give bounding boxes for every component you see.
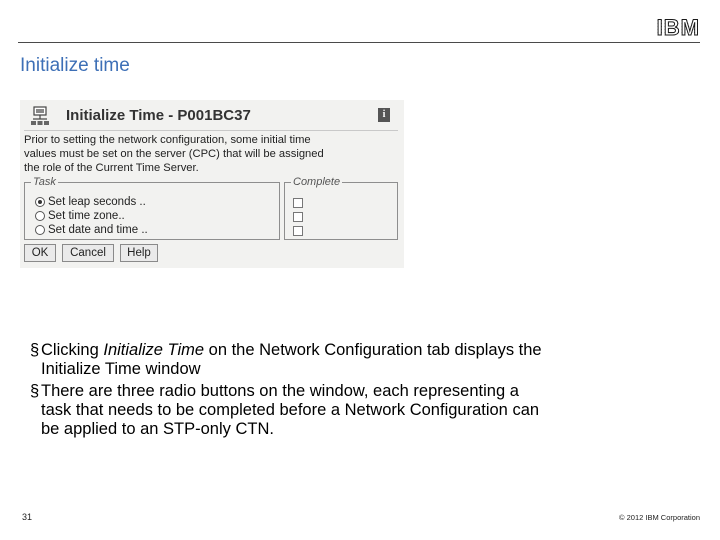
bullet-line: be applied to an STP-only CTN. <box>41 420 274 438</box>
bullet-marker: § <box>30 341 40 359</box>
intro-line: the role of the Current Time Server. <box>24 162 199 174</box>
radio-set-date-and-time[interactable]: Set date and time .. <box>35 223 148 237</box>
complete-checkbox-date-time <box>293 226 303 236</box>
radio-button[interactable] <box>35 211 45 221</box>
bullet-text: on the Network Configuration tab display… <box>204 341 542 359</box>
dialog-titlebar: Initialize Time - P001BC37 i <box>24 104 398 128</box>
bullet-line: Clicking Initialize Time on the Network … <box>41 341 680 360</box>
titlebar-divider <box>24 130 398 131</box>
bullet-line: There are three radio buttons on the win… <box>41 382 519 400</box>
ok-button[interactable]: OK <box>24 244 56 262</box>
bullet-item: § Clicking Initialize Time on the Networ… <box>30 341 680 379</box>
info-icon[interactable]: i <box>378 108 390 122</box>
radio-button[interactable] <box>35 225 45 235</box>
bullet-text: Clicking <box>41 341 104 359</box>
task-label: Set date and time .. <box>48 224 148 236</box>
complete-legend: Complete <box>293 176 341 188</box>
complete-group: Complete <box>284 176 398 240</box>
complete-checkbox-leap-seconds <box>293 198 303 208</box>
bullet-line: Initialize Time window <box>41 360 201 378</box>
complete-checkbox-time-zone <box>293 212 303 222</box>
bullet-marker: § <box>30 382 40 400</box>
task-legend: Task <box>33 176 56 188</box>
intro-line: values must be set on the server (CPC) t… <box>24 148 324 160</box>
bullet-line: task that needs to be completed before a… <box>41 401 540 419</box>
cancel-button[interactable]: Cancel <box>62 244 114 262</box>
dialog-title: Initialize Time - P001BC37 <box>66 107 251 124</box>
radio-button[interactable] <box>35 197 45 207</box>
page-number: 31 <box>22 512 33 522</box>
bullet-emphasis: Initialize Time <box>103 341 205 359</box>
bullet-list: § Clicking Initialize Time on the Networ… <box>30 341 680 439</box>
ibm-logo: IBM <box>656 15 700 41</box>
bullet-item: § There are three radio buttons on the w… <box>30 382 680 439</box>
help-button[interactable]: Help <box>120 244 158 262</box>
task-group: Task Set leap seconds .. Set time zone..… <box>24 176 280 240</box>
dialog-intro-text: Prior to setting the network configurati… <box>24 133 402 175</box>
radio-set-time-zone[interactable]: Set time zone.. <box>35 209 125 223</box>
task-label: Set time zone.. <box>48 210 125 222</box>
initialize-time-dialog: Initialize Time - P001BC37 i Prior to se… <box>20 100 404 268</box>
slide-title: Initialize time <box>20 55 130 76</box>
header-rule <box>18 42 700 43</box>
computer-network-icon <box>31 106 49 125</box>
copyright-notice: © 2012 IBM Corporation <box>619 513 700 522</box>
task-label: Set leap seconds .. <box>48 196 146 208</box>
radio-set-leap-seconds[interactable]: Set leap seconds .. <box>35 195 146 209</box>
intro-line: Prior to setting the network configurati… <box>24 134 311 146</box>
